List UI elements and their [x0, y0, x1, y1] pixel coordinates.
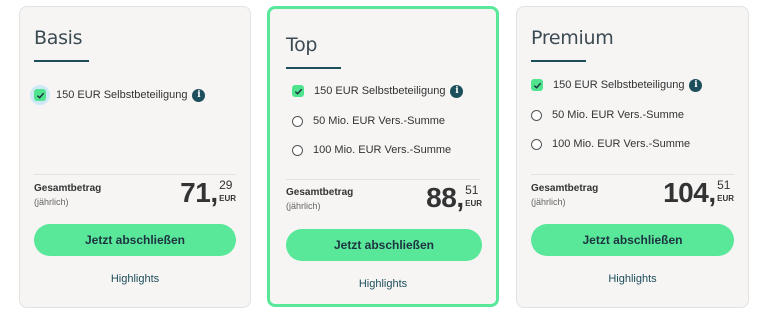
option-deductible[interactable]: 150 EUR Selbstbeteiligung i	[531, 75, 703, 95]
divider	[531, 174, 734, 175]
total-period: (jährlich)	[34, 197, 69, 207]
price: 104, 51 EUR	[663, 177, 734, 208]
total-label: Gesamtbetrag	[531, 183, 599, 194]
subscribe-button[interactable]: Jetzt abschließen	[286, 229, 482, 261]
highlights-link[interactable]: Highlights	[517, 273, 748, 285]
option-sum-100[interactable]: 100 Mio. EUR Vers.-Summe	[531, 134, 690, 154]
radio-icon[interactable]	[531, 109, 542, 121]
plan-card-top[interactable]: Top 150 EUR Selbstbeteiligung i 50 Mio. …	[267, 6, 499, 307]
option-label: 150 EUR Selbstbeteiligung	[553, 79, 685, 91]
option-deductible[interactable]: 150 EUR Selbstbeteiligung i	[30, 85, 206, 105]
title-underline	[34, 60, 89, 62]
option-sum-100[interactable]: 100 Mio. EUR Vers.-Summe	[292, 140, 451, 160]
highlights-link[interactable]: Highlights	[270, 278, 496, 290]
subscribe-button[interactable]: Jetzt abschließen	[531, 224, 734, 256]
radio-icon[interactable]	[292, 115, 303, 127]
price-currency: EUR	[219, 194, 236, 203]
title-underline	[286, 67, 341, 69]
check-icon[interactable]	[34, 89, 46, 101]
plan-card-basis[interactable]: Basis 150 EUR Selbstbeteiligung i Gesamt…	[19, 6, 251, 308]
check-icon[interactable]	[292, 85, 304, 97]
info-icon[interactable]: i	[689, 78, 703, 92]
divider	[286, 179, 480, 180]
option-sum-50[interactable]: 50 Mio. EUR Vers.-Summe	[531, 105, 684, 125]
total-label: Gesamtbetrag	[34, 183, 102, 194]
plan-title: Basis	[34, 27, 83, 49]
plan-title: Premium	[531, 27, 614, 49]
price-cents: 29	[219, 178, 233, 192]
option-label: 50 Mio. EUR Vers.-Summe	[313, 115, 446, 127]
info-icon[interactable]: i	[450, 84, 464, 98]
radio-icon[interactable]	[292, 144, 303, 156]
check-icon[interactable]	[531, 79, 543, 91]
price-currency: EUR	[465, 199, 482, 208]
option-deductible[interactable]: 150 EUR Selbstbeteiligung i	[292, 81, 464, 101]
option-label: 150 EUR Selbstbeteiligung	[56, 89, 188, 101]
price: 71, 29 EUR	[180, 177, 236, 208]
plan-card-premium[interactable]: Premium 150 EUR Selbstbeteiligung i 50 M…	[516, 6, 749, 308]
total-period: (jährlich)	[531, 197, 566, 207]
divider	[34, 174, 236, 175]
option-sum-50[interactable]: 50 Mio. EUR Vers.-Summe	[292, 111, 445, 131]
radio-icon[interactable]	[531, 138, 542, 150]
info-icon[interactable]: i	[192, 88, 206, 102]
title-underline	[531, 60, 586, 62]
option-label: 100 Mio. EUR Vers.-Summe	[552, 138, 691, 150]
total-label: Gesamtbetrag	[286, 187, 354, 198]
subscribe-button[interactable]: Jetzt abschließen	[34, 224, 236, 256]
total-period: (jährlich)	[286, 201, 321, 211]
plan-title: Top	[286, 34, 318, 56]
option-label: 150 EUR Selbstbeteiligung	[314, 85, 446, 97]
price-currency: EUR	[717, 194, 734, 203]
price-cents: 51	[465, 183, 479, 197]
price-integer: 104	[663, 177, 709, 208]
price-cents: 51	[717, 178, 731, 192]
highlights-link[interactable]: Highlights	[20, 273, 250, 285]
option-label: 50 Mio. EUR Vers.-Summe	[552, 109, 685, 121]
price: 88, 51 EUR	[426, 182, 482, 213]
option-label: 100 Mio. EUR Vers.-Summe	[313, 144, 452, 156]
price-integer: 71	[180, 177, 211, 208]
price-integer: 88	[426, 182, 457, 213]
